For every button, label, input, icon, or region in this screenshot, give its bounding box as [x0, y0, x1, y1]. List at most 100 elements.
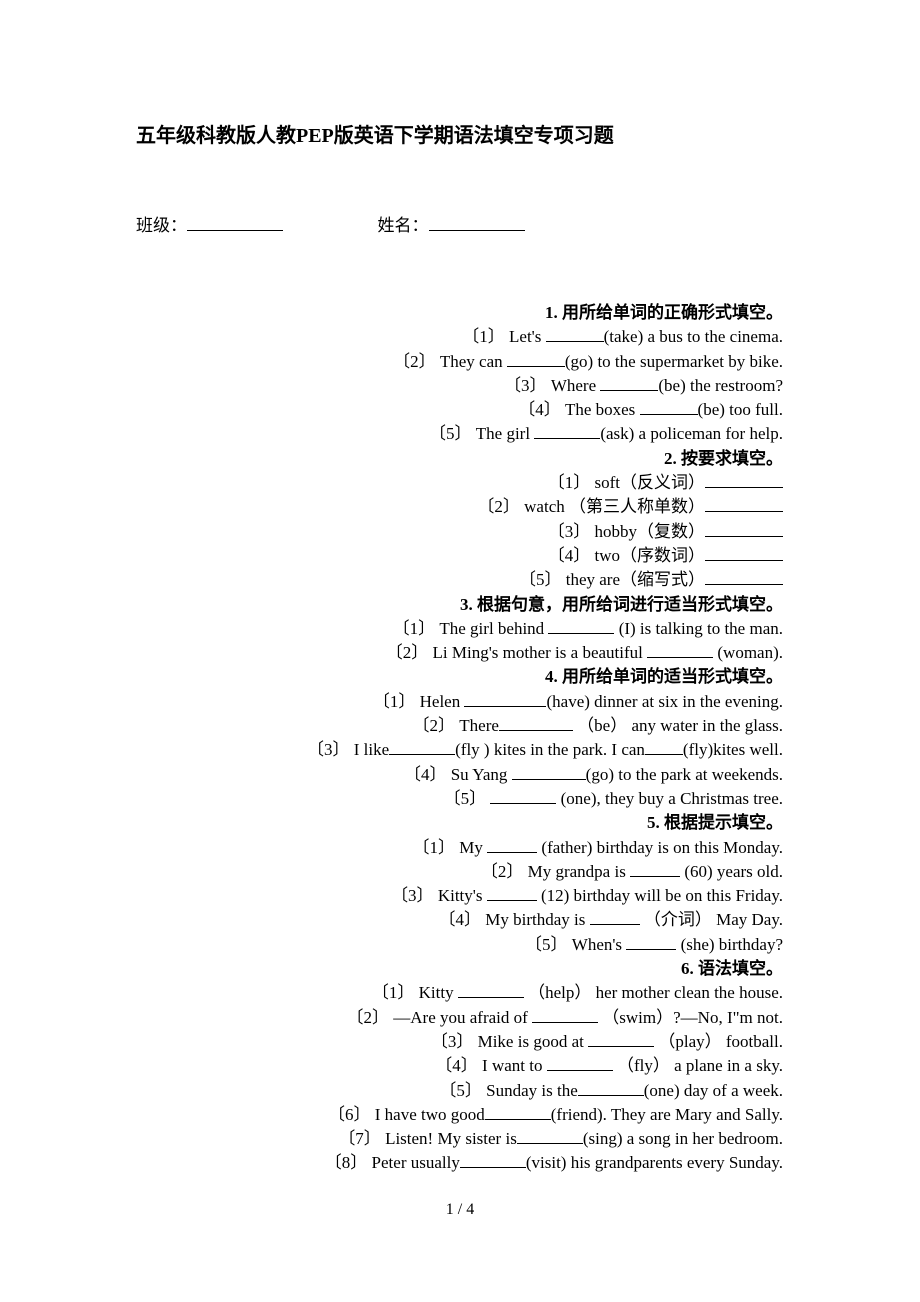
answer-blank[interactable]: [532, 1009, 599, 1023]
question-text-before: The girl behind: [435, 618, 549, 638]
class-input-blank[interactable]: [187, 217, 283, 231]
question-text-before: I want to: [477, 1056, 547, 1076]
question-line: 〔3〕 I like (fly ) kites in the park. I ca…: [100, 738, 783, 762]
question-number: 〔5〕: [443, 788, 487, 808]
answer-blank[interactable]: [511, 766, 586, 780]
answer-blank[interactable]: [534, 425, 601, 440]
question-number: 〔1〕: [462, 327, 505, 347]
class-label: 班级：: [136, 216, 187, 235]
question-line: 〔4〕 I want to （fly） a plane in a sky.: [100, 1054, 783, 1078]
question-number: 〔4〕: [547, 545, 591, 565]
question-line: 〔3〕 Kitty's (12) birthday will be on thi…: [100, 884, 783, 908]
answer-blank[interactable]: [705, 498, 783, 513]
question-text-after: （介词） May Day.: [639, 910, 783, 930]
answer-blank[interactable]: [647, 644, 714, 659]
question-line: 〔4〕 two（序数词）: [100, 544, 783, 568]
question-number: 〔5〕: [525, 934, 568, 954]
answer-blank[interactable]: [705, 474, 783, 489]
answer-blank[interactable]: [546, 1057, 613, 1072]
question-number: 〔5〕: [429, 424, 472, 444]
answer-blank[interactable]: [484, 1106, 551, 1120]
question-line: 〔1〕 The girl behind (I) is talking to th…: [100, 617, 783, 641]
question-text-before: Kitty: [414, 983, 458, 1003]
answer-blank[interactable]: [486, 887, 537, 902]
question-line: 〔7〕 Listen! My sister is (sing) a song in…: [100, 1127, 783, 1151]
question-text-after: （help） her mother clean the house.: [523, 983, 783, 1003]
answer-blank[interactable]: [589, 911, 640, 926]
document-page: 五年级科教版人教PEP版英语下学期语法填空专项习题 班级： 姓名： 1. 用所给…: [0, 0, 920, 1302]
question-text-before: I have two good: [370, 1104, 485, 1124]
question-number: 〔2〕: [480, 861, 524, 881]
question-number: 〔2〕: [477, 497, 520, 517]
question-text-before: My: [455, 837, 488, 857]
answer-blank[interactable]: [705, 547, 783, 561]
question-text-after: (visit) his grandparents every Sunday.: [525, 1153, 783, 1173]
question-line: 〔1〕 Kitty （help） her mother clean the ho…: [100, 981, 783, 1005]
answer-blank[interactable]: [464, 693, 547, 707]
question-line: 〔4〕 Su Yang (go) to the park at weekends…: [100, 763, 783, 787]
section-heading: 4. 用所给单词的适当形式填空。: [545, 667, 783, 687]
answer-blank[interactable]: [457, 984, 524, 999]
answer-blank[interactable]: [516, 1130, 583, 1145]
question-line: 〔3〕 Mike is good at （play） football.: [100, 1030, 783, 1054]
question-line: 〔6〕 I have two good (friend). They are Ma…: [100, 1103, 783, 1127]
question-text-after: （fly） a plane in a sky.: [612, 1056, 783, 1076]
section-heading: 5. 根据提示填空。: [647, 813, 783, 833]
answer-blank[interactable]: [577, 1082, 644, 1096]
answer-blank[interactable]: [588, 1033, 655, 1047]
answer-blank[interactable]: [389, 741, 456, 756]
question-text-after: (go) to the park at weekends.: [585, 764, 783, 784]
question-number: 〔6〕: [327, 1104, 371, 1124]
answer-blank[interactable]: [545, 328, 604, 343]
question-text-before: watch （第三人称单数）: [519, 497, 705, 517]
question-text-before: two（序数词）: [590, 545, 706, 565]
page-title: 五年级科教版人教PEP版英语下学期语法填空专项习题: [136, 125, 614, 147]
answer-blank[interactable]: [626, 936, 677, 950]
question-number: 〔3〕: [430, 1031, 474, 1051]
question-line: 〔5〕 When's (she) birthday?: [100, 933, 783, 957]
question-number: 〔2〕: [412, 716, 456, 736]
question-number: 〔2〕: [393, 351, 436, 371]
name-field: 姓名：: [378, 213, 525, 239]
question-text-before: Mike is good at: [473, 1031, 589, 1051]
question-number: 〔4〕: [438, 910, 482, 930]
answer-blank[interactable]: [490, 790, 557, 804]
question-text-before: Li Ming's mother is a beautiful: [428, 643, 648, 663]
question-text-after-2: (fly)kites well.: [682, 740, 783, 760]
question-text-after: (I) is talking to the man.: [614, 618, 783, 638]
question-text-after: （swim）?—No, I"m not.: [598, 1007, 783, 1027]
question-text-after: (friend). They are Mary and Sally.: [550, 1104, 783, 1124]
name-input-blank[interactable]: [428, 217, 525, 231]
answer-blank[interactable]: [705, 523, 783, 537]
question-number: 〔4〕: [518, 400, 561, 420]
question-text-before: I like: [349, 740, 390, 760]
answer-blank[interactable]: [459, 1154, 526, 1169]
answer-blank[interactable]: [639, 401, 698, 416]
question-line: 〔2〕 Li Ming's mother is a beautiful (wom…: [100, 641, 783, 665]
answer-blank[interactable]: [487, 839, 538, 853]
question-text-before: When's: [567, 934, 627, 954]
answer-blank[interactable]: [506, 353, 565, 367]
answer-blank[interactable]: [600, 377, 659, 391]
answer-blank[interactable]: [644, 741, 683, 756]
question-line: 〔1〕 My (father) birthday is on this Mond…: [100, 836, 783, 860]
question-text-before: Kitty's: [433, 886, 487, 906]
answer-blank[interactable]: [630, 863, 681, 877]
question-number: 〔5〕: [518, 570, 562, 590]
answer-blank[interactable]: [498, 717, 573, 732]
answer-blank[interactable]: [548, 620, 615, 634]
answer-blank[interactable]: [705, 571, 783, 586]
question-number: 〔7〕: [338, 1129, 381, 1149]
question-line: 〔2〕 —Are you afraid of （swim）?—No, I"m n…: [100, 1006, 784, 1030]
question-number: 〔2〕: [385, 643, 429, 663]
question-text-before: My birthday is: [481, 910, 590, 930]
question-line: 〔2〕 My grandpa is (60) years old.: [100, 860, 783, 884]
question-text-before: Peter usually: [367, 1153, 460, 1173]
question-text-before: —Are you afraid of: [389, 1007, 533, 1027]
question-number: 〔1〕: [371, 983, 415, 1003]
exercise-body: 1. 用所给单词的正确形式填空。 〔1〕 Let's (take) a bus t…: [100, 301, 783, 1176]
question-line: 〔2〕 watch （第三人称单数）: [100, 495, 783, 519]
question-text-after: (60) years old.: [680, 861, 783, 881]
question-text-after: (one), they buy a Christmas tree.: [556, 788, 783, 808]
question-text-after: （play） football.: [654, 1031, 783, 1051]
